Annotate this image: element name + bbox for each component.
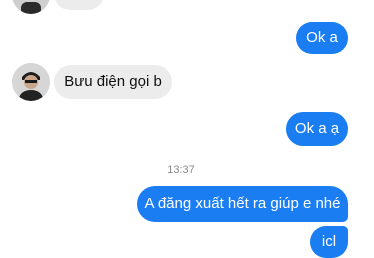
message-text: Ok a ạ (294, 120, 340, 137)
contact-avatar[interactable] (12, 0, 50, 14)
message-text: Ok a (306, 29, 338, 46)
avatar-photo-icon (12, 63, 50, 101)
message-bubble-outgoing[interactable]: Ok a ạ (286, 112, 348, 146)
message-thread: Ok a Bưu điện gọi b Ok a ạ 13:37 A đăng … (0, 0, 374, 258)
contact-avatar[interactable] (12, 63, 50, 101)
message-bubble-outgoing[interactable]: A đăng xuất hết ra giúp e nhé (137, 186, 348, 222)
message-bubble-incoming[interactable]: Bưu điện gọi b (54, 65, 172, 99)
message-bubble-outgoing[interactable]: Ok a (296, 22, 348, 54)
message-text: A đăng xuất hết ra giúp e nhé (144, 195, 341, 212)
message-text: Bưu điện gọi b (64, 73, 162, 90)
message-bubble-incoming-partial[interactable] (54, 0, 104, 10)
avatar-photo-icon (12, 0, 50, 14)
message-timestamp: 13:37 (167, 164, 195, 176)
message-bubble-outgoing[interactable]: icl (310, 226, 348, 258)
message-text: icl (321, 233, 337, 250)
